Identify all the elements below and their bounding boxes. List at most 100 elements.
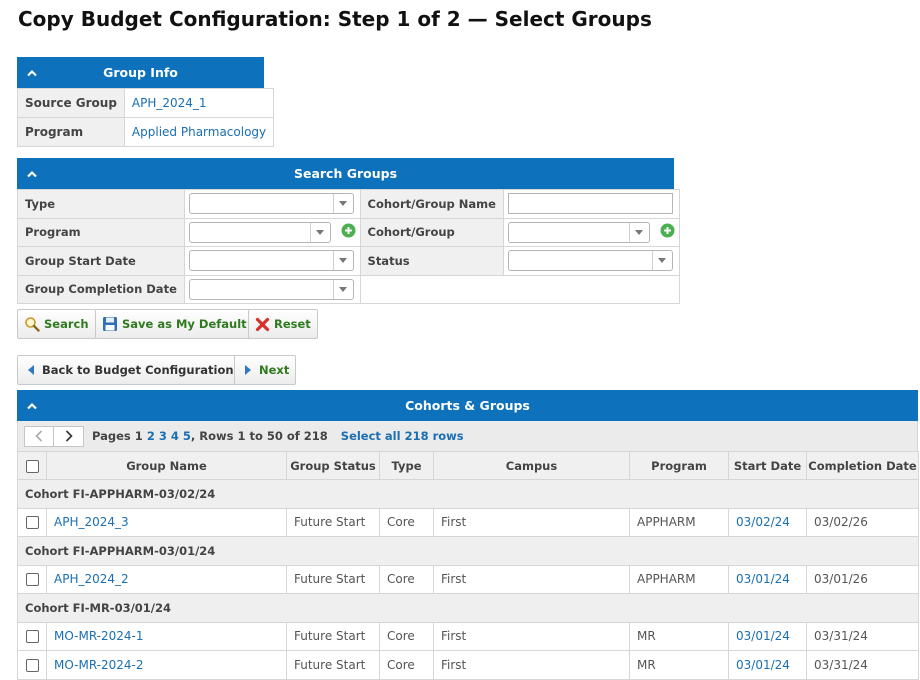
row-checkbox[interactable] <box>25 658 39 672</box>
cohort-label: Cohort FI-APPHARM-03/01/24 <box>17 536 919 566</box>
group-info-title: Group Info <box>103 65 178 80</box>
cohort-group-label: Cohort/Group <box>359 217 504 247</box>
completion-date: 03/02/26 <box>806 507 919 537</box>
cohorts-groups-title: Cohorts & Groups <box>405 398 530 413</box>
add-cohort-group-icon[interactable] <box>660 223 675 241</box>
cohort-group-select[interactable] <box>507 221 650 243</box>
group-info-table: Source Group APH_2024_1 Program Applied … <box>17 88 275 147</box>
col-program[interactable]: Program <box>629 451 729 480</box>
col-group-name[interactable]: Group Name <box>46 451 287 480</box>
prev-page-button[interactable] <box>24 425 54 447</box>
group-campus: First <box>433 507 630 537</box>
search-form: Type Cohort/Group Name Program Cohort/Gr… <box>17 189 680 304</box>
group-status: Future Start <box>286 650 380 680</box>
page-title: Copy Budget Configuration: Step 1 of 2 —… <box>18 7 652 31</box>
chevron-down-icon[interactable] <box>332 251 353 271</box>
group-status: Future Start <box>286 507 380 537</box>
status-cell <box>502 246 680 276</box>
group-name-link[interactable]: MO-MR-2024-2 <box>46 650 287 680</box>
group-status: Future Start <box>286 621 380 651</box>
group-type: Core <box>379 621 434 651</box>
chevron-down-icon[interactable] <box>332 194 353 214</box>
row-checkbox[interactable] <box>25 516 39 530</box>
row-checkbox-cell <box>17 621 47 651</box>
type-cell <box>183 189 361 219</box>
col-type[interactable]: Type <box>379 451 434 480</box>
group-program: MR <box>629 621 729 651</box>
completion-date: 03/31/24 <box>806 650 919 680</box>
select-all-checkbox-cell <box>17 451 47 480</box>
collapse-caret-icon[interactable] <box>27 158 37 189</box>
search-groups-title: Search Groups <box>293 166 398 181</box>
chevron-down-icon[interactable] <box>628 222 649 242</box>
col-start-date[interactable]: Start Date <box>728 451 807 480</box>
group-info-row: Source Group APH_2024_1 <box>17 88 275 118</box>
select-all-checkbox[interactable] <box>25 459 39 473</box>
save-default-button[interactable]: Save as My Default <box>95 309 254 339</box>
group-name-link[interactable]: MO-MR-2024-1 <box>46 621 287 651</box>
chevron-down-icon[interactable] <box>332 279 353 299</box>
program-label: Program <box>17 117 125 147</box>
completion-date: 03/31/24 <box>806 621 919 651</box>
type-select[interactable] <box>188 193 354 215</box>
floppy-disk-icon <box>103 317 117 331</box>
group-name-link[interactable]: APH_2024_3 <box>46 507 287 537</box>
cohort-group-cell <box>502 217 680 247</box>
search-button[interactable]: Search <box>17 309 96 339</box>
add-program-icon[interactable] <box>341 223 356 241</box>
group-completion-date-select[interactable] <box>188 278 354 300</box>
source-group-label: Source Group <box>17 88 125 118</box>
pages-prefix: Pages <box>92 429 131 443</box>
collapse-caret-icon[interactable] <box>27 57 37 88</box>
cohorts-table: Group Name Group Status Type Campus Prog… <box>17 451 919 680</box>
back-to-budget-configuration-button[interactable]: Back to Budget Configuration <box>17 355 241 385</box>
pager: Pages 1 2 3 4 5, Rows 1 to 50 of 218 Sel… <box>17 421 918 451</box>
select-all-rows-link[interactable]: Select all 218 rows <box>341 429 464 443</box>
completion-date: 03/01/26 <box>806 564 919 594</box>
status-select[interactable] <box>507 250 673 272</box>
program-filter-label: Program <box>17 217 185 247</box>
program-value[interactable]: Applied Pharmacology <box>123 117 275 147</box>
group-name-link[interactable]: APH_2024_2 <box>46 564 287 594</box>
group-info-header[interactable]: Group Info <box>17 57 264 88</box>
start-date-link[interactable]: 03/01/24 <box>728 650 807 680</box>
row-checkbox-cell <box>17 564 47 594</box>
cohort-group-row: Cohort FI-MR-03/01/24 <box>17 593 919 623</box>
rows-summary: , Rows 1 to 50 of 218 <box>190 429 328 443</box>
group-info-row: Program Applied Pharmacology <box>17 117 275 147</box>
col-completion-date[interactable]: Completion Date <box>806 451 919 480</box>
group-info-panel: Group Info Source Group APH_2024_1 Progr… <box>17 57 275 147</box>
search-button-label: Search <box>44 317 89 331</box>
group-start-date-select[interactable] <box>188 250 354 272</box>
reset-button[interactable]: Reset <box>248 309 318 339</box>
next-button[interactable]: Next <box>234 355 297 385</box>
next-page-button[interactable] <box>54 425 84 447</box>
row-checkbox[interactable] <box>25 573 39 587</box>
program-filter-cell <box>183 217 361 247</box>
cohort-group-name-label: Cohort/Group Name <box>359 189 504 219</box>
start-date-link[interactable]: 03/01/24 <box>728 621 807 651</box>
chevron-down-icon[interactable] <box>651 251 672 271</box>
start-date-link[interactable]: 03/02/24 <box>728 507 807 537</box>
row-checkbox[interactable] <box>25 630 39 644</box>
table-row: APH_2024_3 Future Start Core First APPHA… <box>17 507 919 537</box>
arrow-left-icon <box>28 365 34 375</box>
source-group-value[interactable]: APH_2024_1 <box>123 88 275 118</box>
cohort-group-name-input[interactable] <box>507 193 673 215</box>
collapse-caret-icon[interactable] <box>27 390 37 421</box>
search-groups-header[interactable]: Search Groups <box>17 158 674 189</box>
program-select[interactable] <box>188 221 331 243</box>
page-links[interactable]: 2 3 4 5 <box>147 429 191 443</box>
table-row: MO-MR-2024-1 Future Start Core First MR … <box>17 621 919 651</box>
magnifier-icon <box>25 317 40 332</box>
cohorts-groups-header[interactable]: Cohorts & Groups <box>17 390 918 421</box>
table-row: MO-MR-2024-2 Future Start Core First MR … <box>17 650 919 680</box>
group-completion-date-cell <box>183 274 361 304</box>
col-group-status[interactable]: Group Status <box>286 451 380 480</box>
col-campus[interactable]: Campus <box>433 451 630 480</box>
row-checkbox-cell <box>17 507 47 537</box>
cohort-group-row: Cohort FI-APPHARM-03/01/24 <box>17 536 919 566</box>
table-row: APH_2024_2 Future Start Core First APPHA… <box>17 564 919 594</box>
chevron-down-icon[interactable] <box>309 222 330 242</box>
start-date-link[interactable]: 03/01/24 <box>728 564 807 594</box>
